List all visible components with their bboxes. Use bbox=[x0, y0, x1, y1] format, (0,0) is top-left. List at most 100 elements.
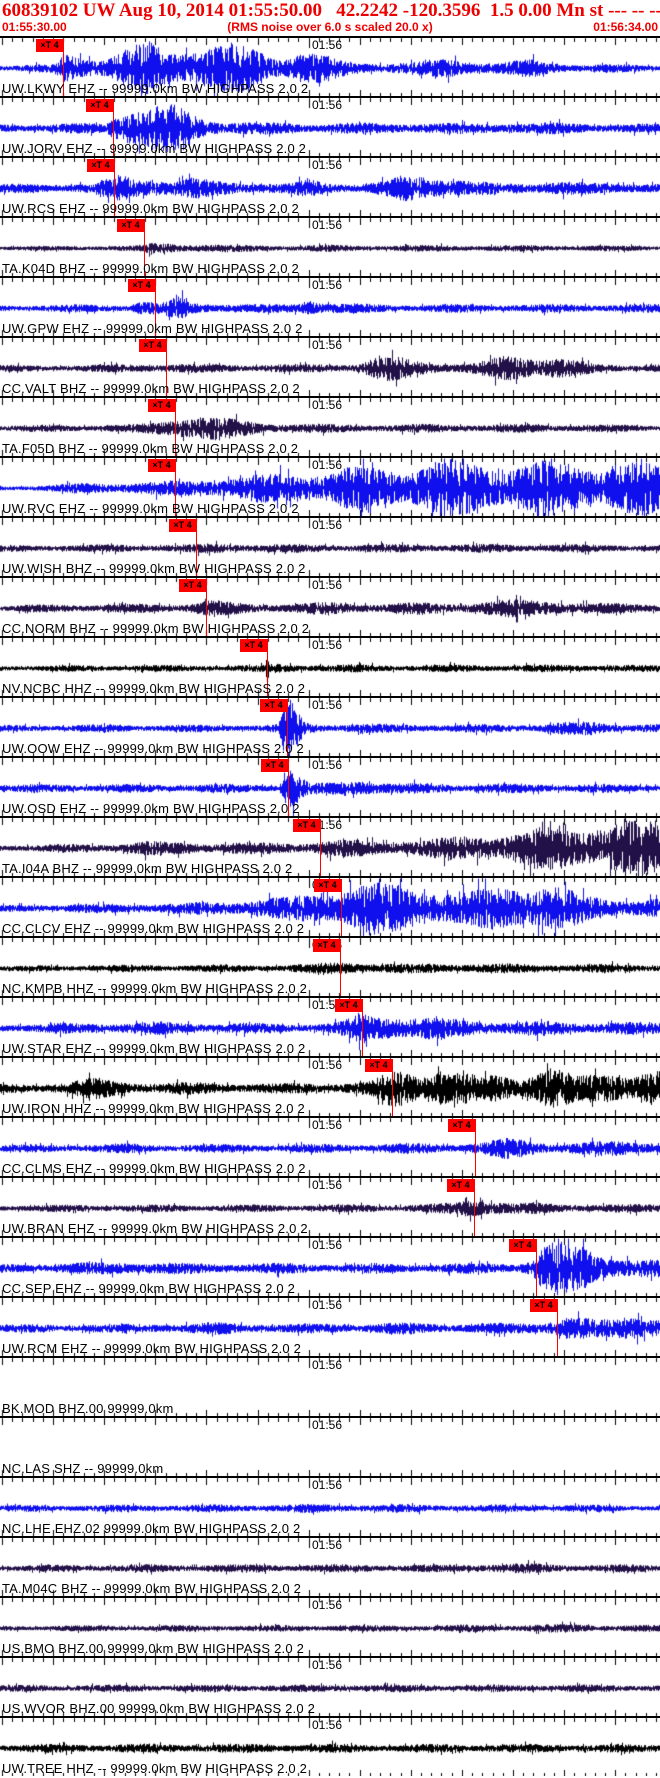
pick-flag[interactable]: ×T 4 bbox=[260, 699, 287, 712]
minute-tick-label: 01:56 bbox=[312, 338, 343, 352]
trace-label: TA.F05D BHZ -- 99999.0km BW HIGHPASS 2.0… bbox=[2, 441, 299, 456]
pick-flag[interactable]: ×T 4 bbox=[509, 1239, 536, 1252]
trace-label: NC.KMPB HHZ -- 99999.0km BW HIGHPASS 2.0… bbox=[2, 981, 308, 996]
scaling-note: (RMS noise over 6.0 s scaled 20.0 x) bbox=[227, 20, 433, 34]
minute-tick-label: 01:56 bbox=[312, 1718, 343, 1732]
trace-row[interactable]: 01:56 NC.LAS SHZ -- 99999.0km bbox=[0, 1416, 660, 1476]
minute-tick-label: 01:56 bbox=[312, 1058, 343, 1072]
minute-tick-label: 01:56 bbox=[312, 1238, 343, 1252]
pick-flag[interactable]: ×T 4 bbox=[179, 579, 206, 592]
pick-flag[interactable]: ×T 4 bbox=[117, 219, 144, 232]
pick-flag[interactable]: ×T 4 bbox=[447, 1179, 474, 1192]
pick-flag[interactable]: ×T 4 bbox=[148, 399, 175, 412]
pick-flag[interactable]: ×T 4 bbox=[314, 879, 341, 892]
trace-row[interactable]: 01:56 ×T 4 UW.RCS EHZ -- 99999.0km BW HI… bbox=[0, 156, 660, 216]
trace-label: UW.OSD EHZ -- 99999.0km BW HIGHPASS 2.0 … bbox=[2, 801, 300, 816]
trace-row[interactable]: 01:56 ×T 4 UW.GPW EHZ -- 99999.0km BW HI… bbox=[0, 276, 660, 336]
trace-row[interactable]: 01:56 ×T 4 TA.K04D BHZ -- 99999.0km BW H… bbox=[0, 216, 660, 276]
minute-tick-label: 01:56 bbox=[312, 1178, 343, 1192]
trace-row[interactable]: 01:56 ×T 4 TA.F05D BHZ -- 99999.0km BW H… bbox=[0, 396, 660, 456]
trace-label: UW.IRON HHZ -- 99999.0km BW HIGHPASS 2.0… bbox=[2, 1101, 305, 1116]
trace-row[interactable]: 01:56 ×T 4 UW.IRON HHZ -- 99999.0km BW H… bbox=[0, 1056, 660, 1116]
trace-label: CC.NORM BHZ -- 99999.0km BW HIGHPASS 2.0… bbox=[2, 621, 310, 636]
trace-row[interactable]: 01:56 BK.MOD BHZ.00 99999.0km bbox=[0, 1356, 660, 1416]
trace-label: UW.RCS EHZ -- 99999.0km BW HIGHPASS 2.0 … bbox=[2, 201, 299, 216]
trace-label: UW.RCM EHZ -- 99999.0km BW HIGHPASS 2.0 … bbox=[2, 1341, 302, 1356]
pick-flag[interactable]: ×T 4 bbox=[86, 99, 113, 112]
pick-flag[interactable]: ×T 4 bbox=[128, 279, 155, 292]
trace-row[interactable]: 01:56 ×T 4 CC.SEP EHZ -- 99999.0km BW HI… bbox=[0, 1236, 660, 1296]
seismic-waveform-viewer: 60839102 UW Aug 10, 2014 01:55:50.00 42.… bbox=[0, 0, 660, 1778]
trace-label: UW.LKWY EHZ -- 99999.0km BW HIGHPASS 2.0… bbox=[2, 81, 309, 96]
trace-label: UW.JORV EHZ -- 99999.0km BW HIGHPASS 2.0… bbox=[2, 141, 307, 156]
window-end-time: 01:56:34.00 bbox=[593, 20, 658, 34]
pick-flag[interactable]: ×T 4 bbox=[36, 39, 63, 52]
pick-flag[interactable]: ×T 4 bbox=[148, 459, 175, 472]
pick-flag[interactable]: ×T 4 bbox=[240, 639, 267, 652]
trace-label: UW.RVC EHZ -- 99999.0km BW HIGHPASS 2.0 … bbox=[2, 501, 299, 516]
trace-row[interactable]: 01:56 TA.M04C BHZ -- 99999.0km BW HIGHPA… bbox=[0, 1536, 660, 1596]
minute-tick-label: 01:56 bbox=[312, 638, 343, 652]
trace-row[interactable]: 01:56 ×T 4 UW.OSD EHZ -- 99999.0km BW HI… bbox=[0, 756, 660, 816]
trace-label: UW.WISH BHZ -- 99999.0km BW HIGHPASS 2.0… bbox=[2, 561, 306, 576]
trace-label: TA.M04C BHZ -- 99999.0km BW HIGHPASS 2.0… bbox=[2, 1581, 302, 1596]
minute-tick-label: 01:56 bbox=[312, 1298, 343, 1312]
trace-row[interactable]: 01:56 ×T 4 UW.RCM EHZ -- 99999.0km BW HI… bbox=[0, 1296, 660, 1356]
event-title-line: 60839102 UW Aug 10, 2014 01:55:50.00 42.… bbox=[2, 0, 660, 22]
trace-row[interactable]: 01:56 ×T 4 CC.CLCV EHZ -- 99999.0km BW H… bbox=[0, 876, 660, 936]
trace-label: UW.BRAN EHZ -- 99999.0km BW HIGHPASS 2.0… bbox=[2, 1221, 308, 1236]
minute-tick-label: 01:56 bbox=[312, 1658, 343, 1672]
trace-label: UW.OOW EHZ -- 99999.0km BW HIGHPASS 2.0 … bbox=[2, 741, 304, 756]
pick-flag[interactable]: ×T 4 bbox=[169, 519, 196, 532]
trace-row[interactable]: 01:56 ×T 4 UW.WISH BHZ -- 99999.0km BW H… bbox=[0, 516, 660, 576]
time-window-line: 01:55:30.00 (RMS noise over 6.0 s scaled… bbox=[2, 21, 658, 35]
trace-label: TA.I04A BHZ -- 99999.0km BW HIGHPASS 2.0… bbox=[2, 861, 293, 876]
event-header: 60839102 UW Aug 10, 2014 01:55:50.00 42.… bbox=[0, 0, 660, 36]
trace-label: BK.MOD BHZ.00 99999.0km bbox=[2, 1401, 174, 1416]
pick-flag[interactable]: ×T 4 bbox=[448, 1119, 475, 1132]
trace-list: 01:56 ×T 4 UW.LKWY EHZ -- 99999.0km BW H… bbox=[0, 36, 660, 1776]
trace-row[interactable]: 01:56 ×T 4 UW.JORV EHZ -- 99999.0km BW H… bbox=[0, 96, 660, 156]
trace-label: UW.TREE HHZ -- 99999.0km BW HIGHPASS 2.0… bbox=[2, 1761, 308, 1776]
trace-label: NC.LHE EHZ.02 99999.0km BW HIGHPASS 2.0 … bbox=[2, 1521, 301, 1536]
pick-flag[interactable]: ×T 4 bbox=[530, 1299, 557, 1312]
minute-tick-label: 01:56 bbox=[312, 98, 343, 112]
trace-row[interactable]: 01:56 ×T 4 UW.LKWY EHZ -- 99999.0km BW H… bbox=[0, 36, 660, 96]
pick-flag[interactable]: ×T 4 bbox=[87, 159, 114, 172]
trace-label: NC.LAS SHZ -- 99999.0km bbox=[2, 1461, 164, 1476]
trace-row[interactable]: 01:56 NC.LHE EHZ.02 99999.0km BW HIGHPAS… bbox=[0, 1476, 660, 1536]
trace-label: NV.NCBC HHZ -- 99999.0km BW HIGHPASS 2.0… bbox=[2, 681, 306, 696]
trace-label: CC.CLCV EHZ -- 99999.0km BW HIGHPASS 2.0… bbox=[2, 921, 305, 936]
trace-row[interactable]: 01:56 US.BMO BHZ.00 99999.0km BW HIGHPAS… bbox=[0, 1596, 660, 1656]
trace-row[interactable]: 01:56 ×T 4 UW.BRAN EHZ -- 99999.0km BW H… bbox=[0, 1176, 660, 1236]
trace-row[interactable]: 01:56 ×T 4 TA.I04A BHZ -- 99999.0km BW H… bbox=[0, 816, 660, 876]
minute-tick-label: 01:56 bbox=[312, 278, 343, 292]
pick-flag[interactable]: ×T 4 bbox=[335, 999, 362, 1012]
pick-flag[interactable]: ×T 4 bbox=[293, 819, 320, 832]
trace-row[interactable]: 01:56 ×T 4 NC.KMPB HHZ -- 99999.0km BW H… bbox=[0, 936, 660, 996]
minute-tick-label: 01:56 bbox=[312, 1358, 343, 1372]
pick-flag[interactable]: ×T 4 bbox=[365, 1059, 392, 1072]
trace-label: UW.STAR EHZ -- 99999.0km BW HIGHPASS 2.0… bbox=[2, 1041, 306, 1056]
trace-row[interactable]: 01:56 US.WVOR BHZ.00 99999.0km BW HIGHPA… bbox=[0, 1656, 660, 1716]
pick-flag[interactable]: ×T 4 bbox=[313, 939, 340, 952]
trace-row[interactable]: 01:56 ×T 4 NV.NCBC HHZ -- 99999.0km BW H… bbox=[0, 636, 660, 696]
minute-tick-label: 01:56 bbox=[312, 1418, 343, 1432]
minute-tick-label: 01:56 bbox=[312, 1118, 343, 1132]
minute-tick-label: 01:56 bbox=[312, 158, 343, 172]
trace-label: CC.SEP EHZ -- 99999.0km BW HIGHPASS 2.0 … bbox=[2, 1281, 296, 1296]
pick-flag[interactable]: ×T 4 bbox=[139, 339, 166, 352]
minute-tick-label: 01:56 bbox=[312, 578, 343, 592]
pick-flag[interactable]: ×T 4 bbox=[261, 759, 288, 772]
trace-label: CC.VALT BHZ -- 99999.0km BW HIGHPASS 2.0… bbox=[2, 381, 300, 396]
minute-tick-label: 01:56 bbox=[312, 218, 343, 232]
trace-row[interactable]: 01:56 ×T 4 CC.VALT BHZ -- 99999.0km BW H… bbox=[0, 336, 660, 396]
trace-row[interactable]: 01:56 ×T 4 CC.CLMS EHZ -- 99999.0km BW H… bbox=[0, 1116, 660, 1176]
trace-row[interactable]: 01:56 ×T 4 UW.OOW EHZ -- 99999.0km BW HI… bbox=[0, 696, 660, 756]
trace-row[interactable]: 01:56 ×T 4 UW.RVC EHZ -- 99999.0km BW HI… bbox=[0, 456, 660, 516]
trace-row[interactable]: 01:56 ×T 4 CC.NORM BHZ -- 99999.0km BW H… bbox=[0, 576, 660, 636]
minute-tick-label: 01:56 bbox=[312, 758, 343, 772]
trace-row[interactable]: 01:56 ×T 4 UW.STAR EHZ -- 99999.0km BW H… bbox=[0, 996, 660, 1056]
trace-row[interactable]: 01:56 UW.TREE HHZ -- 99999.0km BW HIGHPA… bbox=[0, 1716, 660, 1776]
minute-tick-label: 01:56 bbox=[312, 698, 343, 712]
